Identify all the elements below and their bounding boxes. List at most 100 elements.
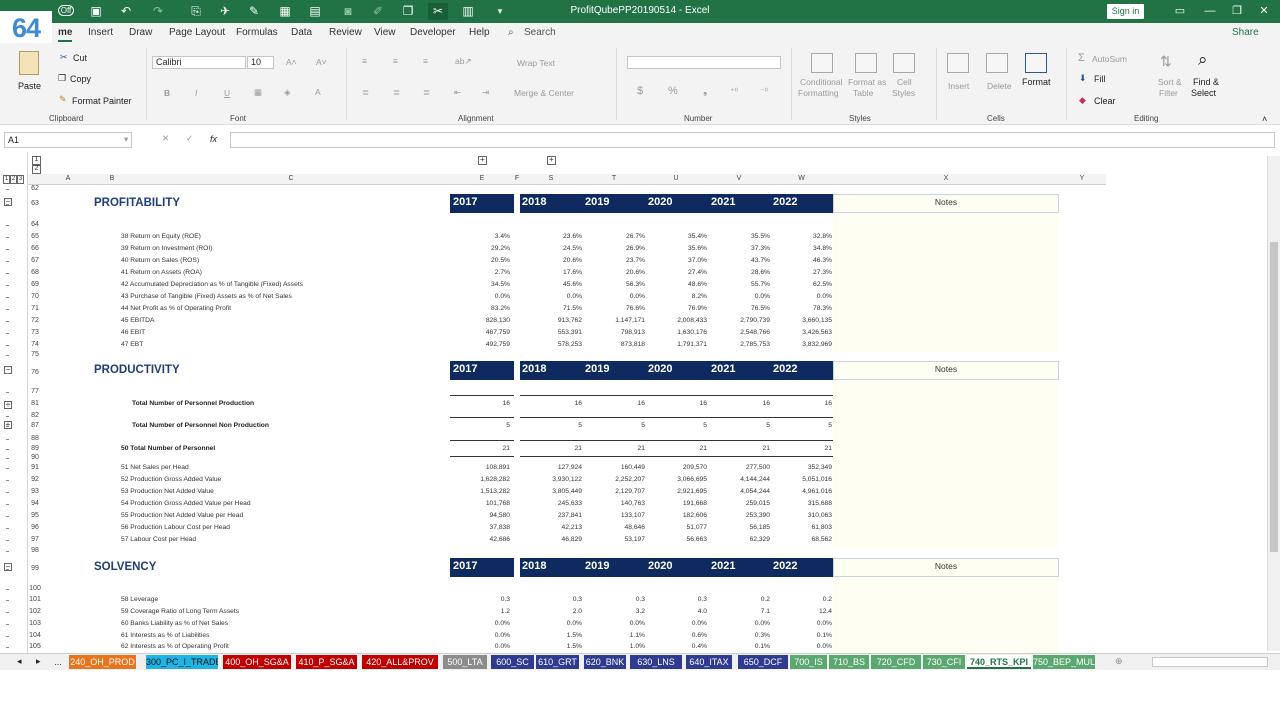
cell-value[interactable]: 4,961,016 <box>770 488 832 495</box>
cell-value[interactable]: 0.0% <box>520 293 582 300</box>
cell-value[interactable]: 191,668 <box>645 500 707 507</box>
next-sheet-icon[interactable]: ▸ <box>36 656 41 667</box>
column-header-x[interactable]: X <box>833 175 1059 182</box>
search-icon[interactable]: ⌕ <box>508 27 514 38</box>
row-number[interactable]: 92 <box>28 476 42 483</box>
column-header-y[interactable]: Y <box>1059 175 1105 182</box>
cell-value-total[interactable]: 21 <box>708 445 770 452</box>
row-number[interactable]: 81 <box>28 400 42 407</box>
cell-value[interactable]: 0.0% <box>583 620 645 627</box>
cell-value[interactable]: 209,570 <box>645 464 707 471</box>
sheet-tab[interactable]: 630_LNS <box>630 655 682 669</box>
cell-value[interactable]: 101,768 <box>450 500 510 507</box>
cell-value[interactable]: 1.5% <box>520 643 582 650</box>
close-icon[interactable]: ✕ <box>1254 3 1274 20</box>
row-number[interactable]: 99 <box>28 565 42 572</box>
notes-header-profitability[interactable]: Notes <box>833 194 1059 213</box>
restore-icon[interactable]: ❐ <box>1227 3 1247 20</box>
row-number[interactable]: 103 <box>28 620 42 627</box>
cell-value[interactable]: 492,759 <box>450 341 510 348</box>
worksheet-grid[interactable]: 1 2 1 2 3 − − + + − + + ABCEFSTUVWXY 62 6… <box>0 152 1280 653</box>
align-left-icon[interactable]: ≣ <box>362 87 369 98</box>
column-header-a[interactable]: A <box>42 175 94 182</box>
align-top-icon[interactable]: ≡ <box>362 56 367 66</box>
cell-value-total[interactable]: 5 <box>583 422 645 429</box>
find-select-label[interactable]: Find & <box>1193 77 1219 87</box>
cell-value[interactable]: 0.0% <box>450 643 510 650</box>
cell-value[interactable]: 0.0% <box>583 293 645 300</box>
bold-icon[interactable]: B <box>164 88 170 98</box>
column-header-u[interactable]: U <box>645 175 707 182</box>
notes-header-productivity[interactable]: Notes <box>833 361 1059 380</box>
cell-value-total[interactable]: 21 <box>770 445 832 452</box>
column-header-w[interactable]: W <box>770 175 833 182</box>
cell-value[interactable]: 23.7% <box>583 257 645 264</box>
cell-value[interactable]: 1,513,282 <box>450 488 510 495</box>
row-number[interactable]: 63 <box>28 200 42 207</box>
tab-page-layout[interactable]: Page Layout <box>169 27 225 38</box>
cell-value[interactable]: 1.1% <box>583 632 645 639</box>
row-number[interactable]: 62 <box>28 185 42 192</box>
sheet-tab[interactable]: 650_DCF <box>738 655 788 669</box>
autosum-icon[interactable]: Σ <box>1078 52 1085 64</box>
find-select-label-2[interactable]: Select <box>1191 88 1216 98</box>
row-number[interactable]: 101 <box>28 596 42 603</box>
comma-icon[interactable]: ❟ <box>703 85 707 98</box>
cell-value[interactable]: 2,129,707 <box>583 488 645 495</box>
cell-value[interactable]: 310,063 <box>770 512 832 519</box>
cell-value[interactable]: 0.2 <box>770 596 832 603</box>
sheet-tab[interactable]: 730_CFI <box>923 655 965 669</box>
cell-value[interactable]: 0.1% <box>708 643 770 650</box>
cell-value[interactable]: 1,791,371 <box>645 341 707 348</box>
cell-value[interactable]: 48,646 <box>583 524 645 531</box>
cell-value[interactable]: 12.4 <box>770 608 832 615</box>
sheet-tab[interactable]: 700_IS <box>790 655 827 669</box>
new-sheet-icon[interactable]: ⊕ <box>1115 656 1123 667</box>
cell-value-total[interactable]: 5 <box>450 422 510 429</box>
cell-value[interactable]: 0.0% <box>450 620 510 627</box>
row-number[interactable]: 105 <box>28 643 42 650</box>
row-number[interactable]: 102 <box>28 608 42 615</box>
row-number[interactable]: 65 <box>28 233 42 240</box>
tab-draw[interactable]: Draw <box>129 27 152 38</box>
cell-value[interactable]: 0.0% <box>770 620 832 627</box>
row-number[interactable]: 67 <box>28 257 42 264</box>
cell-value[interactable]: 24.5% <box>520 245 582 252</box>
cell-value[interactable]: 2,548,766 <box>708 329 770 336</box>
ribbon-display-icon[interactable]: ▭ <box>1170 3 1190 20</box>
expand-column-group-icon[interactable]: + <box>478 156 487 165</box>
tab-view[interactable]: View <box>374 27 396 38</box>
cell-value[interactable]: 352,349 <box>770 464 832 471</box>
format-as-table-icon[interactable] <box>855 53 877 73</box>
cell-value[interactable]: 0.0% <box>770 643 832 650</box>
cell-value[interactable]: 4,144,244 <box>708 476 770 483</box>
conditional-formatting-label[interactable]: Conditional <box>800 77 843 87</box>
cell-value[interactable]: 83.2% <box>450 305 510 312</box>
sheet-tab[interactable]: 620_BNK <box>584 655 626 669</box>
row-number[interactable]: 88 <box>28 435 42 442</box>
insert-function-button[interactable]: fx <box>210 134 217 144</box>
cell-value[interactable]: 467,759 <box>450 329 510 336</box>
sheet-tab[interactable]: 410_P_SG&A <box>296 655 357 669</box>
increase-decimal-icon[interactable]: ⁺⁰ <box>730 86 738 97</box>
row-number[interactable]: 100 <box>28 585 42 592</box>
row-number[interactable]: 75 <box>28 351 42 358</box>
row-level-2[interactable]: 2 <box>10 175 17 184</box>
align-bottom-icon[interactable]: ≡ <box>423 56 428 66</box>
tab-help[interactable]: Help <box>469 27 490 38</box>
increase-font-icon[interactable]: A˄ <box>286 57 297 67</box>
cell-value[interactable]: 7.1 <box>708 608 770 615</box>
row-level-3[interactable]: 3 <box>17 175 24 184</box>
align-right-icon[interactable]: ≣ <box>423 87 430 98</box>
format-as-table-label-2[interactable]: Table <box>853 88 873 98</box>
cell-value[interactable]: 26.7% <box>583 233 645 240</box>
row-level-1[interactable]: 1 <box>3 175 10 184</box>
row-number[interactable]: 68 <box>28 269 42 276</box>
notes-area[interactable] <box>833 577 1059 653</box>
cell-value[interactable]: 61,803 <box>770 524 832 531</box>
cell-value[interactable]: 108,891 <box>450 464 510 471</box>
cell-value[interactable]: 35.4% <box>645 233 707 240</box>
cell-value[interactable]: 42,213 <box>520 524 582 531</box>
prev-sheet-icon[interactable]: ◂ <box>17 656 22 667</box>
cell-value[interactable]: 29.2% <box>450 245 510 252</box>
